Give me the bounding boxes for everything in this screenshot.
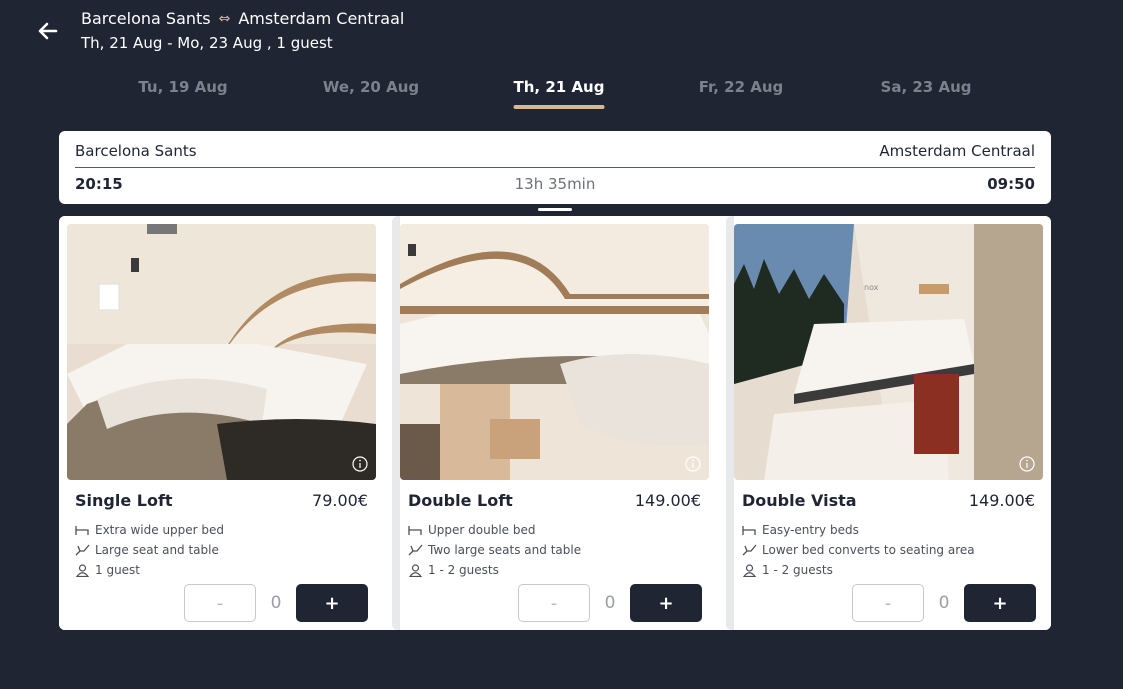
quantity-value: 0 — [270, 593, 282, 613]
feature-item: 1 guest — [75, 560, 224, 580]
cabin-photo[interactable] — [400, 224, 709, 480]
date-tab-sa-23[interactable]: Sa, 23 Aug — [881, 78, 972, 96]
swap-arrows-icon: ⇔ — [218, 11, 231, 27]
journey-duration: 13h 35min — [514, 175, 596, 193]
destination-station: Amsterdam Centraal — [238, 9, 405, 28]
quantity-value: 0 — [938, 593, 950, 613]
person-icon — [75, 563, 90, 577]
increment-button[interactable]: + — [630, 584, 702, 622]
feature-item: Large seat and table — [75, 540, 224, 560]
quantity-value: 0 — [604, 593, 616, 613]
quantity-stepper: - 0 + — [852, 584, 1037, 622]
arrow-left-icon — [38, 22, 58, 40]
seat-icon — [408, 544, 423, 556]
cabin-price: 149.00€ — [968, 491, 1035, 510]
journey-origin: Barcelona Sants — [75, 142, 197, 160]
arrival-time: 09:50 — [987, 175, 1035, 193]
cabin-card-double-loft[interactable]: Double Loft 149.00€ Upper double bed Two… — [392, 216, 717, 630]
person-icon — [742, 563, 757, 577]
cabin-features: Easy-entry beds Lower bed converts to se… — [742, 520, 975, 580]
bed-icon — [742, 526, 756, 535]
cabin-price: 149.00€ — [634, 491, 701, 510]
cabin-photo[interactable] — [67, 224, 376, 480]
date-tab-we-20[interactable]: We, 20 Aug — [323, 78, 419, 96]
decrement-button[interactable]: - — [852, 584, 924, 622]
date-tab-tu-19[interactable]: Tu, 19 Aug — [138, 78, 227, 96]
info-icon[interactable] — [1019, 456, 1035, 472]
back-button[interactable] — [36, 19, 60, 43]
info-icon[interactable] — [352, 456, 368, 472]
cabin-features: Upper double bed Two large seats and tab… — [408, 520, 581, 580]
drag-handle[interactable] — [538, 208, 572, 211]
bed-icon — [75, 526, 89, 535]
increment-button[interactable]: + — [296, 584, 368, 622]
info-icon[interactable] — [685, 456, 701, 472]
date-tabs: Tu, 19 Aug We, 20 Aug Th, 21 Aug Fr, 22 … — [90, 78, 1020, 112]
journey-card: Barcelona Sants Amsterdam Centraal 20:15… — [59, 131, 1051, 204]
quantity-stepper: - 0 + — [518, 584, 703, 622]
decrement-button[interactable]: - — [518, 584, 590, 622]
cabin-card-double-vista[interactable]: nox Double Vista 149.00€ Easy-entry beds… — [726, 216, 1051, 630]
route: Barcelona Sants ⇔ Amsterdam Centraal — [81, 9, 404, 29]
feature-item: 1 - 2 guests — [742, 560, 975, 580]
quantity-stepper: - 0 + — [184, 584, 369, 622]
origin-station: Barcelona Sants — [81, 9, 211, 28]
cabin-title: Single Loft — [75, 491, 173, 510]
feature-item: Two large seats and table — [408, 540, 581, 560]
journey-divider — [75, 167, 1035, 168]
feature-item: Extra wide upper bed — [75, 520, 224, 540]
date-tab-fr-22[interactable]: Fr, 22 Aug — [699, 78, 784, 96]
increment-button[interactable]: + — [964, 584, 1036, 622]
trip-dates: Th, 21 Aug - Mo, 23 Aug , 1 guest — [81, 34, 333, 52]
feature-item: 1 - 2 guests — [408, 560, 581, 580]
feature-item: Easy-entry beds — [742, 520, 975, 540]
cabin-title: Double Vista — [742, 491, 857, 510]
seat-icon — [75, 544, 90, 556]
person-icon — [408, 563, 423, 577]
journey-destination: Amsterdam Centraal — [879, 142, 1035, 160]
trip-summary: Barcelona Sants ⇔ Amsterdam Centraal Th,… — [81, 9, 404, 53]
feature-item: Upper double bed — [408, 520, 581, 540]
feature-item: Lower bed converts to seating area — [742, 540, 975, 560]
cabin-features: Extra wide upper bed Large seat and tabl… — [75, 520, 224, 580]
seat-icon — [742, 544, 757, 556]
date-tab-th-21[interactable]: Th, 21 Aug — [513, 78, 604, 109]
cabin-image — [400, 224, 709, 480]
decrement-button[interactable]: - — [184, 584, 256, 622]
cabin-price: 79.00€ — [312, 491, 368, 510]
cabin-photo[interactable]: nox — [734, 224, 1043, 480]
cabin-list: Single Loft 79.00€ Extra wide upper bed … — [59, 216, 1051, 630]
cabin-image — [67, 224, 376, 480]
bed-icon — [408, 526, 422, 535]
svg-text:nox: nox — [864, 283, 879, 292]
cabin-card-single-loft[interactable]: Single Loft 79.00€ Extra wide upper bed … — [59, 216, 384, 630]
cabin-title: Double Loft — [408, 491, 513, 510]
cabin-image: nox — [734, 224, 1043, 480]
